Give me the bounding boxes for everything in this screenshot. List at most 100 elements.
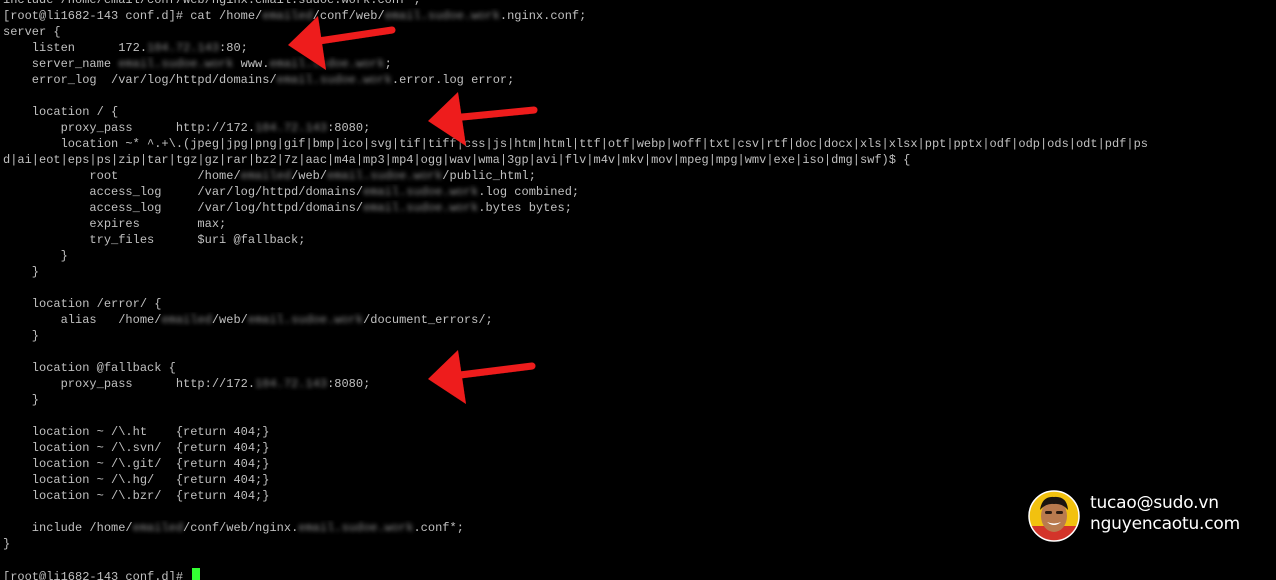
- redacted-text: email.sudoe.work: [276, 73, 392, 87]
- terminal-line: location / {: [3, 104, 1276, 120]
- terminal-line: location /error/ {: [3, 296, 1276, 312]
- terminal-line: location ~ /\.git/ {return 404;}: [3, 456, 1276, 472]
- terminal-text: location / {: [3, 105, 119, 119]
- redacted-text: 104.72.143: [147, 41, 220, 55]
- terminal-line: }: [3, 392, 1276, 408]
- terminal-text: root /home/: [3, 169, 241, 183]
- redacted-text: email.sudoe.work: [269, 57, 385, 71]
- terminal-line: [root@li1682-143 conf.d]#: [3, 568, 1276, 580]
- redacted-text: email.sudoe.work: [327, 169, 443, 183]
- terminal-text: try_files $uri @fallback;: [3, 233, 306, 247]
- redacted-text: emailed: [161, 313, 212, 327]
- redacted-text: emailed: [262, 9, 313, 23]
- terminal-text: location ~ /\.ht {return 404;}: [3, 425, 270, 439]
- redacted-text: email.sudoe.work: [247, 313, 364, 327]
- redacted-text: email.sudoe.work: [363, 185, 479, 199]
- redacted-text: email.sudoe.work: [118, 57, 234, 71]
- terminal-text: error_log /var/log/httpd/domains/: [3, 73, 277, 87]
- watermark-website: nguyencaotu.com: [1090, 514, 1240, 534]
- terminal-line: error_log /var/log/httpd/domains/email.s…: [3, 72, 1276, 88]
- terminal-line: }: [3, 264, 1276, 280]
- terminal-text: location ~ /\.git/ {return 404;}: [3, 457, 270, 471]
- terminal-line: }: [3, 328, 1276, 344]
- terminal-text: server {: [3, 25, 61, 39]
- terminal-text: /web/: [211, 313, 248, 327]
- terminal-line: access_log /var/log/httpd/domains/email.…: [3, 184, 1276, 200]
- terminal-line: location @fallback {: [3, 360, 1276, 376]
- watermark-email: tucao@sudo.vn: [1090, 493, 1219, 513]
- terminal-text: .nginx.conf;: [499, 9, 587, 23]
- terminal-text: ;: [384, 57, 392, 71]
- terminal-text: [root@li1682-143 conf.d]# cat /home/: [3, 9, 263, 23]
- terminal-line: proxy_pass http://172.104.72.143:8080;: [3, 120, 1276, 136]
- terminal-text: access_log /var/log/httpd/domains/: [3, 185, 364, 199]
- terminal-text: /document_errors/;: [363, 313, 493, 327]
- terminal-text: expires max;: [3, 217, 227, 231]
- terminal-line: server {: [3, 24, 1276, 40]
- terminal-text: alias /home/: [3, 313, 162, 327]
- redacted-text: 104.72.143: [255, 377, 328, 391]
- terminal-text: www.: [233, 57, 270, 71]
- terminal-text: .bytes bytes;: [478, 201, 572, 215]
- terminal-line: proxy_pass http://172.104.72.143:8080;: [3, 376, 1276, 392]
- terminal-line: access_log /var/log/httpd/domains/email.…: [3, 200, 1276, 216]
- terminal-text: .conf*;: [413, 521, 464, 535]
- terminal-text: .log combined;: [478, 185, 580, 199]
- terminal-text: location @fallback {: [3, 361, 176, 375]
- terminal-text: }: [3, 393, 40, 407]
- terminal-line: include /home/email/conf/web/nginx.email…: [3, 0, 1276, 8]
- terminal-text: access_log /var/log/httpd/domains/: [3, 201, 364, 215]
- terminal-line: location ~ /\.ht {return 404;}: [3, 424, 1276, 440]
- terminal-line: d|ai|eot|eps|ps|zip|tar|tgz|gz|rar|bz2|7…: [3, 152, 1276, 168]
- terminal-text: location ~ /\.hg/ {return 404;}: [3, 473, 270, 487]
- terminal-line: listen 172.104.72.143:80;: [3, 40, 1276, 56]
- terminal-text: location ~* ^.+\.(jpeg|jpg|png|gif|bmp|i…: [3, 137, 1148, 151]
- terminal-text: }: [3, 537, 11, 551]
- terminal-text: :8080;: [327, 121, 371, 135]
- redacted-text: emailed: [240, 169, 292, 183]
- terminal-text: /public_html;: [442, 169, 536, 183]
- terminal-text: location /error/ {: [3, 297, 162, 311]
- terminal-text: }: [3, 265, 40, 279]
- terminal-text: /web/: [291, 169, 328, 183]
- avatar: [1028, 490, 1080, 542]
- redacted-text: email.sudoe.work: [384, 9, 500, 23]
- terminal-line: root /home/emailed/web/email.sudoe.work/…: [3, 168, 1276, 184]
- terminal-text: d|ai|eot|eps|ps|zip|tar|tgz|gz|rar|bz2|7…: [3, 153, 911, 167]
- terminal-text: /conf/web/nginx.: [183, 521, 299, 535]
- terminal-text: :8080;: [327, 377, 371, 391]
- terminal-text: server_name: [3, 57, 119, 71]
- terminal-line: [root@li1682-143 conf.d]# cat /home/emai…: [3, 8, 1276, 24]
- terminal-text: include /home/email/conf/web/nginx.email…: [3, 0, 421, 7]
- redacted-text: emailed: [132, 521, 184, 535]
- terminal-line: server_name email.sudoe.work www.email.s…: [3, 56, 1276, 72]
- terminal-cursor: [192, 568, 201, 580]
- terminal-text: }: [3, 249, 68, 263]
- terminal-text: location ~ /\.svn/ {return 404;}: [3, 441, 270, 455]
- watermark: tucao@sudo.vn nguyencaotu.com: [1028, 490, 1268, 546]
- terminal-line: alias /home/emailed/web/email.sudoe.work…: [3, 312, 1276, 328]
- terminal-line: location ~ /\.svn/ {return 404;}: [3, 440, 1276, 456]
- redacted-text: email.sudoe.work: [298, 521, 414, 535]
- terminal-text: proxy_pass http://172.: [3, 377, 256, 391]
- terminal-line: try_files $uri @fallback;: [3, 232, 1276, 248]
- redacted-text: 104.72.143: [255, 121, 328, 135]
- terminal-text: location ~ /\.bzr/ {return 404;}: [3, 489, 270, 503]
- terminal-text: listen 172.: [3, 41, 148, 55]
- terminal-line: location ~ /\.hg/ {return 404;}: [3, 472, 1276, 488]
- terminal-text: }: [3, 329, 40, 343]
- terminal-text: include /home/: [3, 521, 133, 535]
- terminal-text: .error.log error;: [391, 73, 515, 87]
- terminal-text: [root@li1682-143 conf.d]#: [3, 570, 191, 580]
- terminal-line: }: [3, 248, 1276, 264]
- terminal-text: :80;: [219, 41, 248, 55]
- terminal-text: /conf/web/: [312, 9, 385, 23]
- terminal-text: proxy_pass http://172.: [3, 121, 256, 135]
- terminal-line: expires max;: [3, 216, 1276, 232]
- terminal-line: location ~* ^.+\.(jpeg|jpg|png|gif|bmp|i…: [3, 136, 1276, 152]
